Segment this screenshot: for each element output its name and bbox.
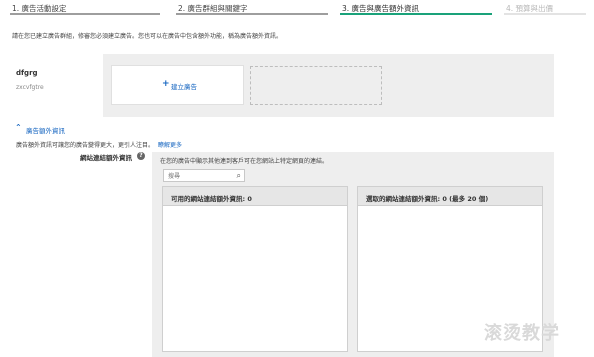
ad-group-name: dfgrg [16, 69, 38, 77]
step-budget-bidding: 4. 預算與出價 [494, 0, 594, 18]
step-ad-groups-keywords[interactable]: 2. 廣告群組與關鍵字 [166, 0, 336, 18]
plus-icon: + [162, 79, 170, 89]
sitelink-search[interactable]: ⌕ [163, 169, 245, 182]
available-sitelinks-header: 可用的網站連結額外資訊: 0 [163, 187, 347, 206]
new-ad-label: 建立廣告 [171, 83, 197, 91]
available-sitelinks-title: 可用的網站連結額外資訊: 0 [171, 195, 252, 203]
step-ads-extensions[interactable]: 3. 廣告與廣告額外資訊 [330, 0, 500, 18]
chevron-up-icon: ⌃ [15, 123, 22, 132]
selected-sitelinks-title: 選取的網站連結額外資訊: 0 (最多 20 個) [366, 195, 489, 203]
search-input[interactable] [168, 171, 230, 181]
step-campaign-settings[interactable]: 1. 廣告活動設定 [0, 0, 168, 18]
extensions-description-text: 廣告額外資訊可讓您的廣告變得更大，更引人注目。 [16, 142, 155, 149]
watermark: 滚烫教学 [484, 323, 560, 344]
selected-sitelinks-header: 選取的網站連結額外資訊: 0 (最多 20 個) [358, 187, 542, 206]
help-icon[interactable]: ? [137, 152, 145, 160]
sitelink-panel-description: 在您的廣告中顯示其他連到客戶可在您網站上特定網頁的連結。 [160, 158, 329, 165]
step-progress-bar [340, 13, 492, 15]
step-progress-bar [176, 13, 328, 15]
new-ad-button[interactable]: + 建立廣告 [111, 65, 244, 105]
intro-text: 請在您已建立廣告群組，修審您必須建立廣告。您也可以在廣告中包含額外功能，稱為廣告… [12, 33, 283, 40]
sitelink-extensions-label: 網站連結額外資訊 [80, 154, 132, 162]
learn-more-link[interactable]: 瞭解更多 [158, 142, 182, 149]
search-icon[interactable]: ⌕ [237, 171, 241, 181]
ad-extensions-toggle-label: 廣告額外資訊 [26, 127, 65, 135]
available-sitelinks-list[interactable]: 可用的網站連結額外資訊: 0 [162, 186, 348, 352]
step-progress-bar [10, 13, 160, 15]
extensions-description: 廣告額外資訊可讓您的廣告變得更大，更引人注目。 瞭解更多 [16, 140, 182, 149]
wizard-steps: 1. 廣告活動設定 2. 廣告群組與關鍵字 3. 廣告與廣告額外資訊 4. 預算… [0, 0, 594, 18]
ad-group-subtitle: zxcvfgtre [16, 84, 44, 91]
step-progress-bar [504, 13, 586, 15]
ad-placeholder-slot [250, 66, 382, 105]
